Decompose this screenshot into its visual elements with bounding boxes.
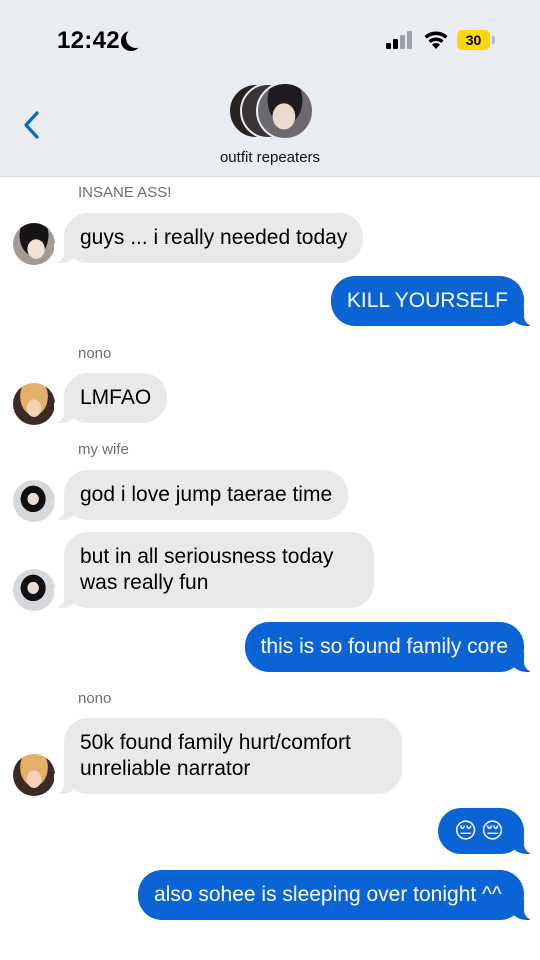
moon-icon [126,28,146,48]
sender-name: nono [78,690,112,707]
group-member-avatar [256,82,314,140]
message-bubble-incoming[interactable]: LMFAO [53,373,168,423]
group-name[interactable]: outfit repeaters [0,149,540,166]
message-text: god i love jump taerae time [80,483,333,506]
battery-tip [492,36,495,44]
message-bubble-incoming[interactable]: but in all seriousness today was really … [54,532,374,608]
message-text: 😔😔 [454,818,508,843]
message-bubble-incoming[interactable]: god i love jump taerae time [53,470,349,520]
message-bubble-outgoing[interactable]: also sohee is sleeping over tonight ^^ [138,870,534,920]
avatar[interactable] [13,754,55,796]
sender-name: nono [78,345,112,362]
message-text: but in all seriousness today was really … [80,545,334,594]
message-bubble-outgoing[interactable]: this is so found family core [244,622,535,672]
avatar[interactable] [13,223,55,265]
avatar[interactable] [13,480,55,522]
group-avatar-stack[interactable] [228,82,314,140]
message-bubble-outgoing[interactable]: KILL YOURSELF [330,276,535,326]
avatar[interactable] [13,569,55,611]
cellular-signal-icon [386,31,414,49]
wifi-icon [424,31,448,49]
message-text: KILL YOURSELF [346,289,508,312]
message-bubble-outgoing[interactable]: 😔😔 [438,808,534,854]
back-button[interactable] [20,110,44,140]
status-time: 12:42 [57,27,120,54]
message-text: LMFAO [80,386,152,409]
sender-name: INSANE ASS! [78,184,172,201]
conversation-header: 12:42 30 outfit repeaters [0,0,540,177]
battery-icon: 30 [457,30,490,50]
message-text: this is so found family core [260,635,508,658]
message-text: also sohee is sleeping over tonight ^^ [154,883,502,906]
message-text: guys ... i really needed today [80,226,348,249]
avatar[interactable] [13,383,55,425]
sender-name: my wife [78,441,129,458]
message-bubble-incoming[interactable]: 50k found family hurt/comfort unreliable… [54,718,402,794]
back-chevron-icon [24,111,39,139]
message-bubble-incoming[interactable]: guys ... i really needed today [53,213,364,263]
message-text: 50k found family hurt/comfort unreliable… [80,731,351,780]
